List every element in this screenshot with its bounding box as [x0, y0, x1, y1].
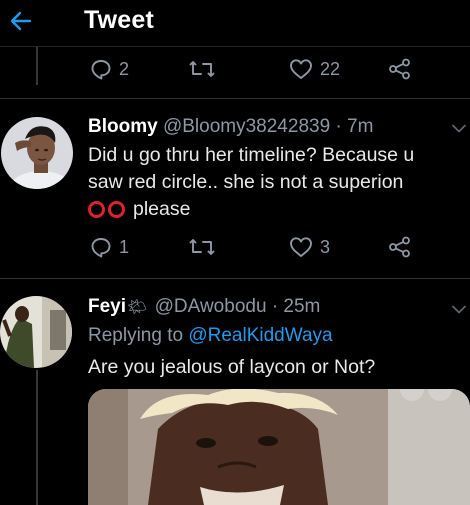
- tweet-time[interactable]: · 25m: [272, 296, 321, 317]
- tweet-header: Feyi🌤 @DAwobodu · 25m: [88, 296, 320, 318]
- like-button[interactable]: 3: [289, 236, 330, 258]
- like-count: 3: [320, 236, 331, 257]
- chevron-down-icon[interactable]: [452, 305, 466, 314]
- tweet-time[interactable]: · 7m: [335, 116, 373, 137]
- avatar-image: [0, 296, 72, 368]
- media-photo: [88, 389, 470, 505]
- tweet-header: Bloomy @Bloomy38242839 · 7m: [88, 116, 373, 138]
- share-button[interactable]: [388, 58, 412, 80]
- tweet-text-word: please: [133, 198, 191, 220]
- user-handle[interactable]: @DAwobodu: [155, 296, 267, 317]
- tweet-text: Did u go thru her timeline? Because u sa…: [88, 142, 458, 223]
- mention-link[interactable]: @RealKiddWaya: [188, 325, 332, 346]
- red-circle-emoji: [88, 201, 125, 218]
- thread-line: [36, 370, 38, 505]
- avatar[interactable]: [0, 296, 72, 368]
- like-count: 22: [320, 58, 341, 79]
- retweet-icon: [189, 61, 215, 77]
- retweet-button[interactable]: [189, 58, 222, 80]
- retweet-button[interactable]: [189, 236, 222, 258]
- sun-behind-cloud-emoji: 🌤: [127, 299, 148, 316]
- top-app-bar: Tweet: [0, 0, 470, 47]
- share-icon: [389, 58, 410, 80]
- user-handle[interactable]: @Bloomy38242839: [163, 116, 330, 137]
- tweet-text-line: please: [88, 196, 458, 223]
- avatar-image: [1, 117, 73, 189]
- tweet-text-line: Did u go thru her timeline? Because u: [88, 144, 415, 166]
- reply-button[interactable]: 1: [90, 236, 129, 258]
- page-title: Tweet: [84, 6, 154, 34]
- reply-count: 2: [119, 58, 130, 79]
- divider: [0, 278, 470, 279]
- display-name[interactable]: Feyi: [88, 296, 126, 317]
- tweet-text-line: saw red circle.. she is not a superion: [88, 171, 404, 193]
- reply-icon: [91, 60, 111, 80]
- chevron-down-icon[interactable]: [452, 124, 466, 133]
- back-arrow-icon[interactable]: [8, 8, 34, 34]
- replying-to: Replying to @RealKiddWaya: [88, 325, 333, 347]
- heart-icon: [290, 237, 312, 257]
- like-button[interactable]: 22: [289, 58, 340, 80]
- divider: [0, 98, 470, 99]
- heart-icon: [290, 59, 312, 79]
- retweet-icon: [189, 239, 215, 255]
- replying-to-label: Replying to: [88, 325, 184, 346]
- tweet-media-image[interactable]: [88, 389, 470, 505]
- tweet-actions: 1 3: [0, 236, 470, 266]
- tweet-text: Are you jealous of laycon or Not?: [88, 356, 376, 378]
- prev-tweet-actions: 2 22: [0, 58, 470, 88]
- share-button[interactable]: [388, 236, 412, 258]
- reply-button[interactable]: 2: [90, 58, 129, 80]
- reply-icon: [91, 238, 111, 258]
- share-icon: [389, 236, 410, 258]
- reply-count: 1: [119, 236, 130, 257]
- avatar[interactable]: [1, 117, 73, 189]
- display-name[interactable]: Bloomy: [88, 116, 158, 137]
